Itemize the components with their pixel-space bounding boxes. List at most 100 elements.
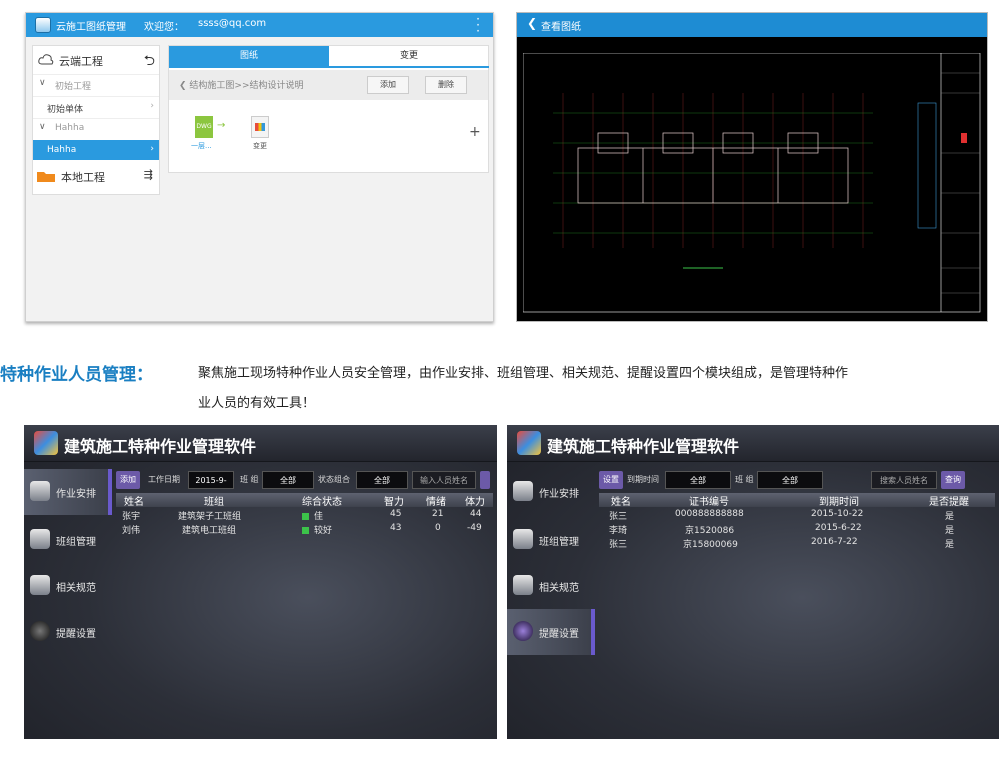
camera-icon — [30, 621, 50, 641]
file-label[interactable]: 一层... — [191, 141, 212, 151]
table-row[interactable]: 李琦 京1520086 2015-6-22 是 — [599, 523, 995, 537]
add-button[interactable]: 添加 — [367, 76, 409, 94]
user-email: ssss@qq.com — [198, 18, 267, 29]
column-header: 综合状态 — [302, 497, 342, 508]
expiry-label: 到期时间 — [627, 475, 659, 484]
cad-viewer-screenshot: ❮ 查看图纸 — [516, 12, 988, 322]
sidebar-item-reminder-settings[interactable]: 提醒设置 — [507, 609, 595, 655]
query-button[interactable]: 查询 — [941, 471, 965, 489]
file-label[interactable]: 变更 — [253, 141, 267, 151]
sidebar-item-work-schedule[interactable]: 作业安排 — [24, 469, 112, 515]
status-cell: 佳 — [302, 509, 323, 522]
expiry-cell: 2015-10-22 — [811, 509, 864, 519]
sidebar-item-label: 作业安排 — [56, 489, 96, 500]
column-header: 情绪 — [426, 497, 446, 508]
work-date-field[interactable]: 2015-9- — [188, 471, 234, 489]
name-cell: 刘伟 — [122, 526, 141, 536]
sidebar-item-reminder-settings[interactable]: 提醒设置 — [24, 609, 112, 655]
arrow-right-icon: → — [217, 120, 226, 131]
app-title: 云施工图纸管理 — [56, 22, 126, 33]
remind-cell: 是 — [945, 512, 955, 522]
app-logo-icon — [35, 17, 51, 33]
team-select[interactable]: 全部 — [757, 471, 823, 489]
name-cell: 张宇 — [122, 512, 141, 522]
sidebar-item-regulations[interactable]: 相关规范 — [24, 563, 112, 609]
camera-icon — [513, 621, 533, 641]
cloud-icon — [38, 54, 54, 65]
status-select[interactable]: 全部 — [356, 471, 408, 489]
team-cell: 建筑架子工班组 — [178, 512, 242, 522]
group-label: 初始工程 — [55, 82, 92, 92]
intellect-cell: 45 — [390, 509, 402, 519]
sidebar-item-label: 班组管理 — [539, 537, 579, 548]
table-row[interactable]: 张三 京15800069 2016-7-22 是 — [599, 537, 995, 551]
cloud-project-header[interactable]: 云端工程 ⮌ — [33, 50, 159, 70]
delete-button[interactable]: 删除 — [425, 76, 467, 94]
name-cell: 张三 — [609, 512, 628, 522]
filter-toolbar: 添加 工作日期 2015-9- 班 组 全部 状态组合 全部 输入人员姓名 — [116, 471, 496, 491]
sidebar-item-team-management[interactable]: 班组管理 — [507, 517, 595, 563]
table-row[interactable]: 刘伟 建筑电工班组 较好 43 0 -49 — [116, 523, 493, 537]
status-cell: 较好 — [302, 523, 332, 536]
add-button[interactable]: 添加 — [116, 471, 140, 489]
cloud-drawing-app-screenshot: 云施工图纸管理 欢迎您： ssss@qq.com · · · 云端工程 ⮌ ∨ 初始… — [25, 12, 494, 322]
sidebar-item-work-schedule[interactable]: 作业安排 — [507, 469, 595, 515]
back-chevron-icon[interactable]: ❮ — [527, 16, 537, 30]
feature-title: 特种作业人员管理： — [0, 365, 153, 385]
name-search-input[interactable]: 搜索人员姓名 — [871, 471, 937, 489]
feature-description-line-2: 业人员的有效工具！ — [198, 396, 316, 411]
local-project-header[interactable]: 本地工程 ⇶ — [33, 164, 159, 188]
sidebar-item-regulations[interactable]: 相关规范 — [507, 563, 595, 609]
expiry-select[interactable]: 全部 — [665, 471, 731, 489]
sidebar-item-hahha[interactable]: Hahha › — [33, 140, 159, 160]
group-label: Hahha — [55, 123, 85, 133]
table-row[interactable]: 张宇 建筑架子工班组 佳 45 21 44 — [116, 509, 493, 523]
breadcrumb[interactable]: ❮ 结构施工图>>结构设计说明 — [179, 78, 304, 91]
table-header: 姓名 证书编号 到期时间 是否提醒 — [599, 493, 995, 508]
change-document-icon[interactable] — [251, 116, 269, 138]
team-select[interactable]: 全部 — [262, 471, 314, 489]
remind-cell: 是 — [945, 526, 955, 536]
table-row[interactable]: 张三 000888888888 2015-10-22 是 — [599, 509, 995, 523]
sidebar: 作业安排 班组管理 相关规范 提醒设置 — [24, 469, 112, 739]
sidebar-item-label: 作业安排 — [539, 489, 579, 500]
filter-icon[interactable]: ⇶ — [144, 168, 153, 181]
sidebar-item-label: 相关规范 — [56, 583, 96, 594]
computer-icon — [30, 481, 50, 501]
app-top-bar: 云施工图纸管理 欢迎您： ssss@qq.com · · · — [26, 13, 493, 37]
tab-drawings[interactable]: 图纸 — [169, 46, 329, 68]
project-panel: 云端工程 ⮌ ∨ 初始工程 初始单体 › ∨ Hahha Hahha › 本地工… — [32, 45, 160, 195]
name-cell: 张三 — [609, 540, 628, 550]
feature-description-line-1: 聚焦施工现场特种作业人员安全管理，由作业安排、班组管理、相关规范、提醒设置四个模… — [198, 366, 849, 381]
status-label: 状态组合 — [318, 475, 350, 484]
sidebar-group-hahha[interactable]: ∨ Hahha — [33, 118, 159, 138]
people-icon — [513, 575, 533, 595]
cad-drawing[interactable] — [523, 53, 981, 313]
status-indicator-icon — [302, 513, 309, 520]
plus-icon[interactable]: + — [469, 124, 481, 140]
sidebar-group-initial-project[interactable]: ∨ 初始工程 — [33, 74, 159, 94]
name-cell: 李琦 — [609, 526, 628, 536]
overflow-menu-icon[interactable]: · · · — [475, 13, 481, 37]
back-arrow-icon[interactable]: ⮌ — [144, 50, 155, 74]
expiry-cell: 2016-7-22 — [811, 537, 858, 547]
sidebar-item-label: 相关规范 — [539, 583, 579, 594]
work-schedule-screenshot: 建筑施工特种作业管理软件 作业安排 班组管理 相关规范 提醒设置 添加 工作日期… — [24, 425, 497, 739]
chevron-down-icon: ∨ — [39, 78, 46, 88]
chevron-right-icon: › — [150, 101, 154, 111]
name-search-input[interactable]: 输入人员姓名 — [412, 471, 476, 489]
tab-changes[interactable]: 变更 — [329, 46, 489, 68]
folder-icon — [37, 172, 55, 182]
chevron-right-icon: › — [150, 144, 154, 154]
team-cell: 建筑电工班组 — [182, 526, 237, 536]
mood-cell: 21 — [432, 509, 444, 519]
sidebar-item-team-management[interactable]: 班组管理 — [24, 517, 112, 563]
content-panel: 图纸 变更 ❮ 结构施工图>>结构设计说明 添加 删除 DWG → 一层... … — [168, 45, 489, 173]
settings-button[interactable]: 设置 — [599, 471, 623, 489]
search-button[interactable] — [480, 471, 490, 489]
sidebar-item-initial-unit[interactable]: 初始单体 › — [33, 96, 159, 116]
dwg-file-icon[interactable]: DWG — [195, 116, 213, 138]
physical-cell: -49 — [467, 523, 482, 533]
column-header: 智力 — [384, 497, 404, 508]
status-text: 佳 — [314, 512, 324, 522]
